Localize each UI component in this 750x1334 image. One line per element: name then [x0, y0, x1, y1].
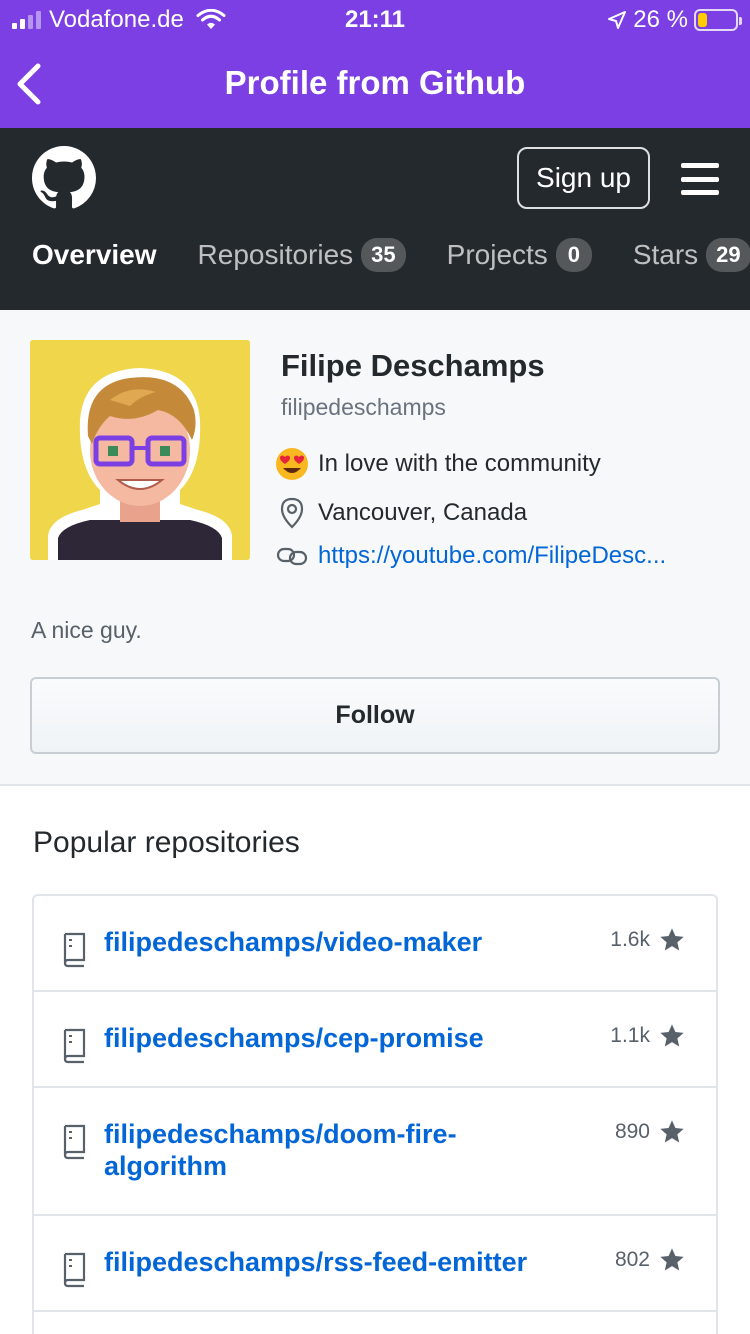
tab-label: Projects	[446, 239, 548, 270]
avatar	[30, 340, 250, 560]
star-icon	[660, 1024, 684, 1047]
repo-stars: 890	[615, 1118, 686, 1146]
app-top-bar: Vodafone.de 21:11 26 % Profile from Gith…	[0, 0, 750, 128]
tab-overview[interactable]: Overview	[32, 238, 157, 272]
repo-name-link[interactable]: filipedeschamps/video-maker	[104, 926, 544, 958]
repo-book-icon	[63, 932, 86, 968]
repo-item[interactable]: filipedeschamps/cep-promise 1.1k	[34, 992, 716, 1088]
hamburger-menu-icon[interactable]	[681, 163, 719, 195]
star-count: 802	[614, 1248, 650, 1271]
popular-repositories-list: filipedeschamps/video-maker 1.6k filiped…	[32, 894, 718, 1334]
user-location: Vancouver, Canada	[274, 495, 527, 531]
profile-card: Filipe Deschamps filipedeschamps In love…	[0, 310, 750, 786]
website-link[interactable]: https://youtube.com/FilipeDesc...	[318, 542, 698, 570]
popular-repositories-heading: Popular repositories	[33, 826, 300, 859]
tab-repositories[interactable]: Repositories 35	[198, 238, 406, 272]
tab-count-badge: 35	[361, 238, 406, 272]
github-header: Sign up Overview Repositories 35 Project…	[0, 128, 750, 310]
avatar-image	[30, 340, 250, 560]
tab-projects[interactable]: Projects 0	[447, 238, 592, 272]
star-icon	[660, 1120, 684, 1143]
repo-stars: 1.6k	[610, 926, 686, 954]
location-text: Vancouver, Canada	[318, 499, 528, 526]
status-text: In love with the community	[318, 450, 601, 477]
battery-icon	[694, 9, 742, 31]
github-logo-icon[interactable]	[32, 146, 96, 210]
repo-stars: 802	[615, 1246, 686, 1274]
repo-book-icon	[63, 1028, 86, 1064]
tab-label: Repositories	[197, 239, 354, 270]
tab-label: Overview	[32, 239, 157, 270]
repo-item[interactable]: filipedeschamps/rss-feed-emitter 802	[34, 1216, 716, 1312]
status-bar: Vodafone.de 21:11 26 %	[0, 0, 750, 40]
app-bar-title: Profile from Github	[224, 64, 526, 101]
tab-stars[interactable]: Stars 29	[633, 238, 750, 272]
profile-name: Filipe Deschamps	[281, 348, 545, 383]
tab-count-badge: 0	[555, 238, 592, 272]
tab-label: Stars	[632, 239, 699, 270]
repo-name-link[interactable]: filipedeschamps/cep-promise	[104, 1022, 544, 1054]
star-icon	[660, 928, 684, 951]
sign-up-button[interactable]: Sign up	[517, 147, 650, 209]
star-icon	[660, 1248, 684, 1271]
repo-name-link[interactable]: filipedeschamps/rss-feed-emitter	[104, 1246, 584, 1278]
star-count: 890	[614, 1120, 650, 1143]
link-icon	[274, 538, 310, 574]
location-pin-icon	[274, 495, 310, 531]
app-bar: Profile from Github	[0, 48, 750, 120]
repo-book-icon	[63, 1252, 86, 1288]
tab-count-badge: 29	[706, 238, 750, 272]
star-count: 1.1k	[610, 1024, 650, 1047]
profile-username: filipedeschamps	[281, 394, 446, 420]
follow-button[interactable]: Follow	[30, 677, 720, 754]
star-count: 1.6k	[610, 928, 650, 951]
profile-tabs: Overview Repositories 35 Projects 0 Star…	[32, 238, 750, 272]
status-right: 26 %	[607, 6, 742, 34]
user-status: In love with the community	[274, 446, 601, 482]
battery-percent: 26 %	[633, 6, 688, 33]
heart-eyes-emoji-icon	[274, 446, 310, 482]
user-website: https://youtube.com/FilipeDesc...	[274, 538, 698, 574]
profile-bio: A nice guy.	[31, 617, 142, 643]
location-arrow-icon	[608, 11, 627, 29]
repo-name-link[interactable]: filipedeschamps/doom-fire-algorithm	[104, 1118, 504, 1182]
repo-item[interactable]: filipedeschamps/doom-fire-algorithm 890	[34, 1088, 716, 1216]
repo-stars: 1.1k	[610, 1022, 686, 1050]
repo-book-icon	[63, 1124, 86, 1160]
repo-item[interactable]: filipedeschamps/video-maker 1.6k	[34, 896, 716, 992]
